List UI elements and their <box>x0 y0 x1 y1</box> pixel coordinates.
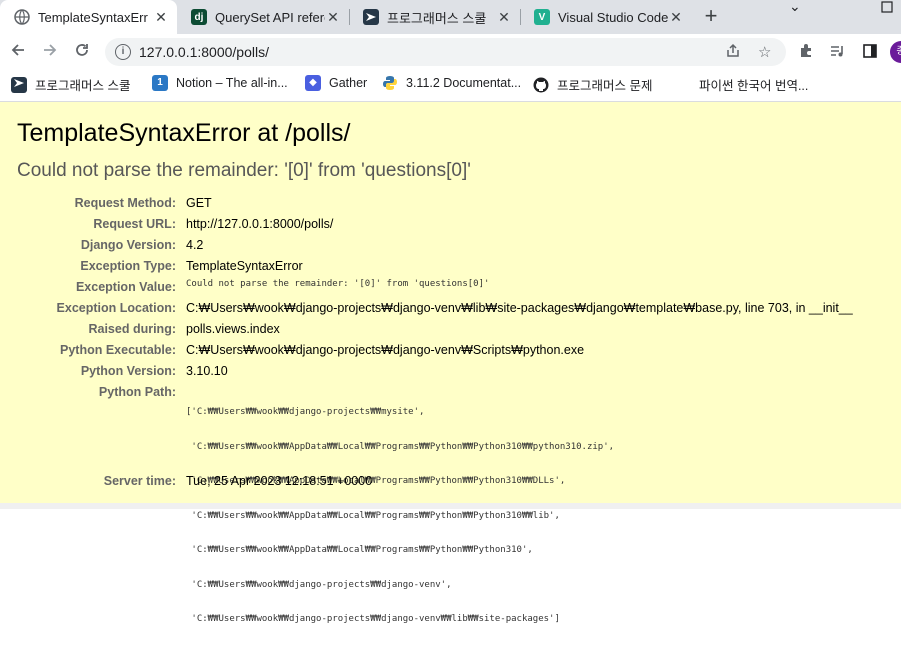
bookmark-item[interactable]: 프로그래머스 스쿨 <box>11 75 130 94</box>
page-title: TemplateSyntaxError at /polls/ <box>17 119 351 147</box>
meta-key: Python Path: <box>98 385 176 399</box>
tab-strip: TemplateSyntaxErro ✕ dj QuerySet API ref… <box>0 0 901 34</box>
close-tab-icon[interactable]: ✕ <box>153 9 169 25</box>
notion-icon: 1 <box>152 75 168 91</box>
tab-title: 프로그래머스 스쿨 <box>387 10 487 26</box>
forward-button[interactable] <box>38 40 62 64</box>
address-bar[interactable]: i 127.0.0.1:8000/polls/ ☆ <box>105 38 786 66</box>
tab-title: QuerySet API refere <box>215 9 325 25</box>
close-tab-icon[interactable]: ✕ <box>668 9 684 25</box>
new-tab-button[interactable]: + <box>700 5 722 28</box>
error-page: TemplateSyntaxError at /polls/ Could not… <box>0 102 901 624</box>
meta-value: 3.10.10 <box>186 364 228 378</box>
bookmark-label: Gather <box>329 76 368 90</box>
tab-1[interactable]: dj QuerySet API refere ✕ <box>177 0 349 34</box>
toolbar: i 127.0.0.1:8000/polls/ ☆ 종 <box>0 34 901 70</box>
media-control-icon[interactable] <box>829 43 845 63</box>
python-path-entry: ['C:₩₩Users₩₩wook₩₩django-projects₩₩mysi… <box>186 407 425 417</box>
browser-chrome: TemplateSyntaxErro ✕ dj QuerySet API ref… <box>0 0 901 102</box>
meta-key: Server time: <box>103 474 176 488</box>
bookmark-star-icon[interactable]: ☆ <box>758 43 771 61</box>
chevron-down-icon[interactable]: ⌄ <box>789 0 801 15</box>
back-button[interactable] <box>6 40 30 64</box>
bookmarks-bar: 프로그래머스 스쿨 1 Notion – The all-in... ◆ Gat… <box>0 70 901 98</box>
meta-value: TemplateSyntaxError <box>186 259 303 273</box>
reload-button[interactable] <box>70 40 94 64</box>
meta-key: Django Version: <box>80 238 176 252</box>
side-panel-icon[interactable] <box>862 43 878 63</box>
maximize-icon[interactable] <box>881 0 893 16</box>
meta-value: Could not parse the remainder: '[0]' fro… <box>186 279 490 289</box>
bookmark-label: 프로그래머스 문제 <box>557 79 653 93</box>
python-path-entry: 'C:₩₩Users₩₩wook₩₩django-projects₩₩djang… <box>186 579 452 590</box>
python-path-list: ['C:₩₩Users₩₩wook₩₩django-projects₩₩mysi… <box>186 384 614 649</box>
url-text: 127.0.0.1:8000/polls/ <box>139 44 269 60</box>
meta-value: Tue, 25 Apr 2023 12:18:51 +0000 <box>186 474 373 488</box>
meta-key: Exception Value: <box>75 280 176 294</box>
bookmark-label: 프로그래머스 스쿨 <box>35 79 131 93</box>
meta-key: Python Version: <box>80 364 176 378</box>
profile-avatar[interactable]: 종 <box>890 41 901 63</box>
python-path-entry: 'C:₩₩Users₩₩wook₩₩AppData₩₩Local₩₩Progra… <box>186 510 560 521</box>
bookmark-label: 파이썬 한국어 번역... <box>699 79 809 93</box>
meta-value: http://127.0.0.1:8000/polls/ <box>186 217 334 231</box>
python-path-entry: 'C:₩₩Users₩₩wook₩₩django-projects₩₩djang… <box>186 614 560 624</box>
meta-value: polls.views.index <box>186 322 280 336</box>
meta-key: Python Executable: <box>60 343 176 357</box>
meta-value: GET <box>186 196 212 210</box>
error-subtitle: Could not parse the remainder: '[0]' fro… <box>17 160 471 181</box>
close-tab-icon[interactable]: ✕ <box>325 9 341 25</box>
bookmark-item[interactable]: 3.11.2 Documentat... <box>382 75 521 91</box>
bookmark-item[interactable]: 파이썬 한국어 번역... <box>699 75 808 94</box>
bookmark-item[interactable]: 프로그래머스 문제 <box>533 75 652 94</box>
meta-key: Exception Type: <box>80 259 176 273</box>
programmers-icon <box>363 9 379 25</box>
meta-key: Raised during: <box>88 322 176 336</box>
tab-title: Visual Studio Code <box>558 9 668 25</box>
django-icon: dj <box>191 9 207 25</box>
meta-value: 4.2 <box>186 238 204 252</box>
tab-2[interactable]: 프로그래머스 스쿨 ✕ <box>349 0 520 34</box>
bookmark-item[interactable]: ◆ Gather <box>305 75 367 91</box>
extensions-icon[interactable] <box>798 43 814 63</box>
python-path-entry: 'C:₩₩Users₩₩wook₩₩AppData₩₩Local₩₩Progra… <box>186 441 615 452</box>
meta-key: Exception Location: <box>56 301 176 315</box>
github-icon <box>533 77 549 93</box>
vscode-icon: V <box>534 9 550 25</box>
meta-key: Request URL: <box>93 217 176 231</box>
tab-3[interactable]: V Visual Studio Code ✕ <box>520 0 692 34</box>
share-icon[interactable] <box>725 43 741 63</box>
bookmark-item[interactable]: 1 Notion – The all-in... <box>152 75 288 91</box>
globe-icon <box>14 9 30 25</box>
tab-title: TemplateSyntaxErro <box>38 9 148 25</box>
python-icon <box>382 75 398 91</box>
bookmark-label: 3.11.2 Documentat... <box>406 76 522 90</box>
python-path-entry: 'C:₩₩Users₩₩wook₩₩AppData₩₩Local₩₩Progra… <box>186 545 533 555</box>
bookmark-label: Notion – The all-in... <box>176 76 288 90</box>
tab-0[interactable]: TemplateSyntaxErro ✕ <box>0 0 177 34</box>
meta-value: C:₩Users₩wook₩django-projects₩django-ven… <box>186 343 585 357</box>
meta-value: C:₩Users₩wook₩django-projects₩django-ven… <box>186 301 853 315</box>
meta-key: Request Method: <box>74 196 176 210</box>
site-info-icon[interactable]: i <box>115 44 131 60</box>
gather-icon: ◆ <box>305 75 321 91</box>
close-tab-icon[interactable]: ✕ <box>496 9 512 25</box>
programmers-icon <box>11 76 27 93</box>
